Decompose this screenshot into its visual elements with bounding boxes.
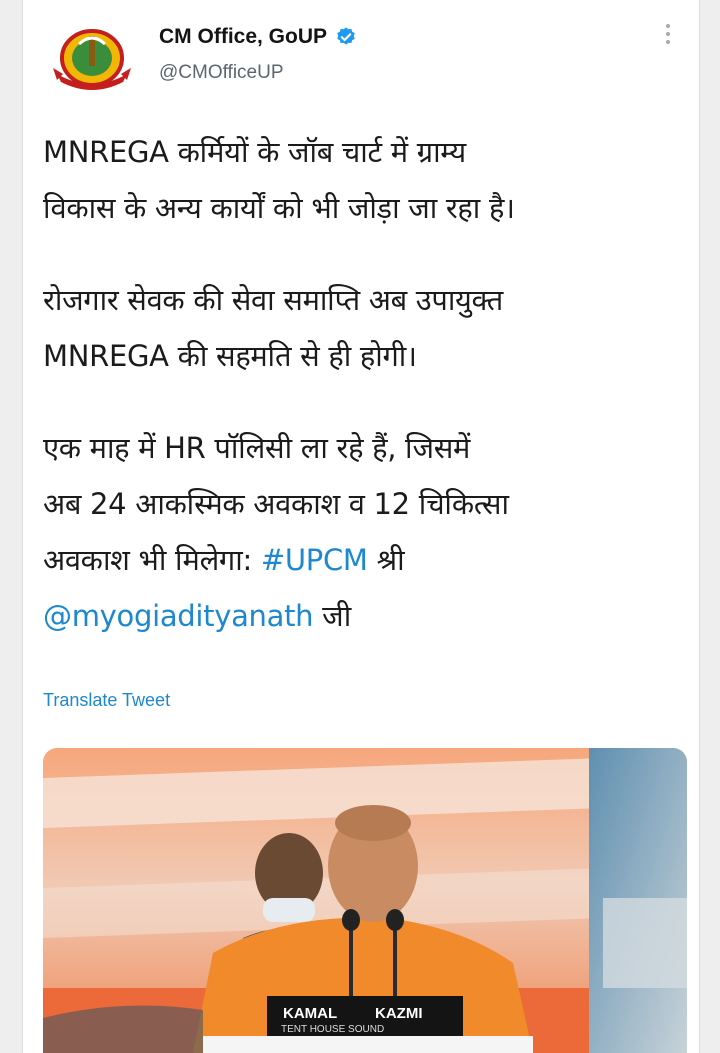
tweet-line: MNREGA कर्मियों के जॉब चार्ट में ग्राम्य <box>43 135 466 169</box>
verified-badge-icon <box>337 27 355 45</box>
author-display-name[interactable]: CM Office, GoUP <box>159 25 327 49</box>
tweet-line: @myogiadityanath जी <box>43 588 683 644</box>
tweet-text-fragment: श्री <box>367 543 405 577</box>
tweet-line: अवकाश भी मिलेगा: #UPCM श्री <box>43 532 683 588</box>
podium-sign-text: KAZMI <box>375 1005 423 1022</box>
government-emblem-icon <box>53 29 131 90</box>
tweet-text: MNREGA कर्मियों के जॉब चार्ट में ग्राम्य… <box>43 124 683 644</box>
tweet-line: MNREGA की सहमति से ही होगी। <box>43 339 417 373</box>
translate-tweet-link[interactable]: Translate Tweet <box>43 690 170 711</box>
tweet-line: अब 24 आकस्मिक अवकाश व 12 चिकित्सा <box>43 487 509 521</box>
tweet-line: विकास के अन्य कार्यों को भी जोड़ा जा रहा… <box>43 191 515 225</box>
podium-sign-subtext: TENT HOUSE SOUND <box>281 1024 384 1035</box>
tweet-card[interactable]: CM Office, GoUP @CMOfficeUP MNREGA कर्मि… <box>22 0 700 1053</box>
tweet-media-image[interactable]: KAMAL KAZMI TENT HOUSE SOUND <box>43 748 687 1053</box>
more-options-icon[interactable] <box>665 24 671 44</box>
tweet-text-fragment: अवकाश भी मिलेगा: <box>43 543 261 577</box>
tweet-text-fragment: जी <box>313 599 351 633</box>
author-handle[interactable]: @CMOfficeUP <box>159 62 284 84</box>
podium-sign-text: KAMAL <box>283 1005 337 1022</box>
mention-link[interactable]: @myogiadityanath <box>43 599 314 633</box>
author-avatar[interactable] <box>49 22 135 92</box>
hashtag-link[interactable]: #UPCM <box>261 543 368 577</box>
tweet-line: एक माह में HR पॉलिसी ला रहे हैं, जिसमें <box>43 431 471 465</box>
tweet-line: रोजगार सेवक की सेवा समाप्ति अब उपायुक्त <box>43 283 504 317</box>
